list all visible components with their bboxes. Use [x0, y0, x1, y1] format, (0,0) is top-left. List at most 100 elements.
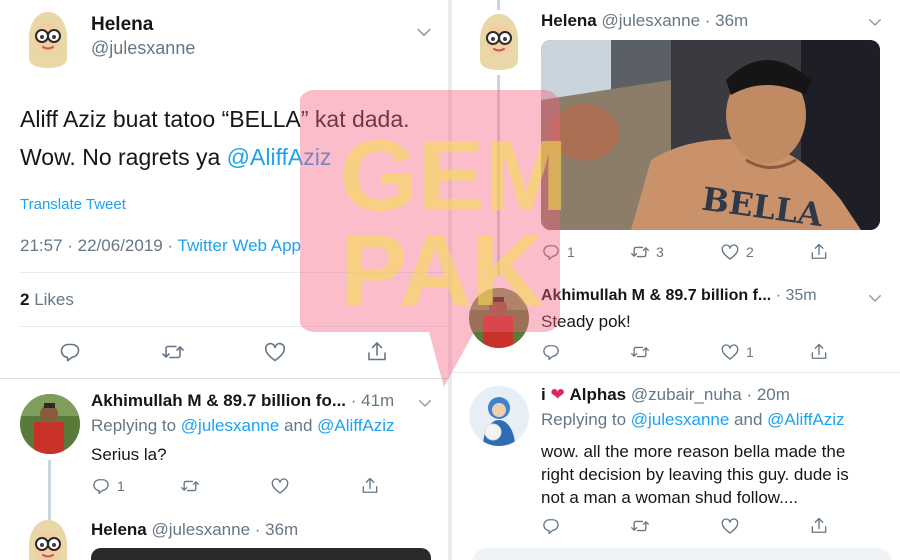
tattoo-photo-image: BELLA — [541, 40, 880, 230]
likes-stat[interactable]: 2 Likes — [20, 290, 74, 310]
akhimullah-avatar[interactable] — [20, 394, 80, 454]
mention-link[interactable]: @AliffAziz — [227, 144, 332, 170]
retweet-icon[interactable] — [161, 340, 185, 364]
reply-text: wow. all the more reason bella made the … — [541, 440, 849, 509]
reply-text-line1: wow. all the more reason bella made the — [541, 442, 846, 461]
reply-display-name-suffix[interactable]: Alphas — [569, 385, 626, 404]
retweet-icon[interactable] — [630, 516, 650, 536]
tweet-photo[interactable]: BELLA — [541, 40, 880, 230]
reply-count: 1 — [567, 244, 575, 260]
replying-to-link[interactable]: @AliffAziz — [317, 416, 394, 435]
reply-icon — [91, 476, 111, 496]
reply-header: Akhimullah M & 89.7 billion f... · 35m — [541, 287, 817, 305]
right-tweet-handle[interactable]: @julesxanne — [601, 11, 700, 30]
helena-avatar[interactable] — [474, 10, 524, 70]
share-icon[interactable] — [809, 516, 829, 536]
bottom-tweet-display-name[interactable]: Helena — [91, 520, 147, 539]
reply-time[interactable]: · 20m — [746, 385, 789, 404]
main-tweet-text-prefix: Wow. No ragrets ya — [20, 144, 227, 170]
bottom-tweet-header: Helena @julesxanne · 36m — [91, 520, 298, 540]
retweet-icon[interactable] — [180, 476, 200, 496]
like-icon — [720, 342, 740, 362]
replying-to-link[interactable]: @julesxanne — [181, 416, 280, 435]
main-tweet-text: Aliff Aziz buat tatoo “BELLA” kat dada. … — [20, 100, 440, 176]
share-icon[interactable] — [809, 242, 829, 262]
thread-line — [497, 75, 500, 275]
reply-icon[interactable] — [541, 342, 561, 362]
retweet-icon[interactable] — [630, 342, 650, 362]
helena-avatar[interactable] — [22, 8, 74, 68]
reply-display-name[interactable]: Akhimullah M & 89.7 billion f... — [541, 287, 771, 304]
reply-count: 1 — [117, 478, 125, 494]
right-tweet-time[interactable]: · 36m — [705, 11, 748, 30]
chevron-down-icon[interactable] — [414, 22, 434, 42]
reply-composer-bar[interactable] — [472, 548, 892, 560]
tweet-timestamp-line: 21:57 · 22/06/2019 · Twitter Web App — [20, 236, 301, 256]
reply-text: Steady pok! — [541, 312, 631, 331]
retweet-action[interactable]: 3 — [630, 242, 664, 262]
reply-header: i ❤ Alphas @zubair_nuha · 20m — [541, 385, 790, 405]
reply-text-line3: not a man a woman shud follow.... — [541, 488, 799, 507]
right-tweet-header: Helena @julesxanne · 36m — [541, 11, 748, 31]
chevron-down-icon[interactable] — [866, 13, 884, 31]
divider — [20, 272, 448, 273]
bottom-tweet-time[interactable]: · 36m — [255, 520, 298, 539]
main-tweet-display-name[interactable]: Helena — [91, 14, 153, 36]
tweet-photo-preview[interactable] — [91, 548, 431, 560]
reply-icon[interactable] — [58, 340, 82, 364]
like-icon[interactable] — [263, 340, 287, 364]
replying-and: and — [729, 410, 768, 429]
right-column: Helena @julesxanne · 36m BELLA 1 3 2 Akh… — [452, 0, 900, 560]
replying-to-link[interactable]: @AliffAziz — [767, 410, 844, 429]
replying-to-link[interactable]: @julesxanne — [631, 410, 730, 429]
likes-count: 2 — [20, 290, 30, 309]
share-icon[interactable] — [360, 476, 380, 496]
retweet-count: 3 — [656, 244, 664, 260]
alphas-avatar[interactable] — [469, 386, 529, 446]
like-count: 1 — [746, 344, 754, 360]
divider — [452, 372, 900, 373]
replying-and: and — [279, 416, 318, 435]
reply-action[interactable]: 1 — [91, 476, 125, 496]
left-column: Helena @julesxanne Aliff Aziz buat tatoo… — [0, 0, 448, 560]
thread-line — [48, 460, 51, 520]
chevron-down-icon[interactable] — [416, 394, 434, 412]
right-tweet-display-name[interactable]: Helena — [541, 11, 597, 30]
heart-emoji-icon: ❤ — [550, 385, 565, 404]
reply-icon[interactable] — [541, 516, 561, 536]
replying-to-line: Replying to @julesxanne and @AliffAziz — [91, 416, 395, 436]
tweet-timestamp[interactable]: 21:57 · 22/06/2019 · — [20, 236, 178, 255]
share-icon[interactable] — [809, 342, 829, 362]
like-icon — [720, 242, 740, 262]
like-icon[interactable] — [720, 516, 740, 536]
reply-time[interactable]: · 35m — [776, 287, 817, 304]
translate-tweet-link[interactable]: Translate Tweet — [20, 196, 126, 213]
like-count: 2 — [746, 244, 754, 260]
helena-avatar[interactable] — [22, 516, 74, 560]
like-icon[interactable] — [270, 476, 290, 496]
like-action[interactable]: 1 — [720, 342, 754, 362]
likes-label: Likes — [34, 290, 74, 309]
main-tweet-text-line1: Aliff Aziz buat tatoo “BELLA” kat dada. — [20, 106, 410, 132]
reply-display-name-prefix[interactable]: i — [541, 385, 546, 404]
thread-line — [497, 0, 500, 10]
main-tweet-handle[interactable]: @julesxanne — [91, 38, 195, 59]
reply-handle[interactable]: @zubair_nuha — [631, 385, 742, 404]
main-tweet-text-line2: Wow. No ragrets ya @AliffAziz — [20, 138, 440, 176]
reply-text: Serius la? — [91, 445, 167, 464]
replying-prefix: Replying to — [541, 410, 631, 429]
replying-to-line: Replying to @julesxanne and @AliffAziz — [541, 410, 845, 430]
replying-prefix: Replying to — [91, 416, 181, 435]
bottom-tweet-handle[interactable]: @julesxanne — [151, 520, 250, 539]
reply-display-name[interactable]: Akhimullah M & 89.7 billion fo... — [91, 391, 346, 410]
share-icon[interactable] — [365, 340, 389, 364]
chevron-down-icon[interactable] — [866, 289, 884, 307]
reply-icon — [541, 242, 561, 262]
reply-time[interactable]: · 41m — [351, 391, 394, 410]
reply-action[interactable]: 1 — [541, 242, 575, 262]
tweet-source-link[interactable]: Twitter Web App — [178, 236, 301, 255]
like-action[interactable]: 2 — [720, 242, 754, 262]
divider — [0, 378, 448, 379]
divider — [20, 326, 448, 327]
akhimullah-avatar[interactable] — [469, 288, 529, 348]
